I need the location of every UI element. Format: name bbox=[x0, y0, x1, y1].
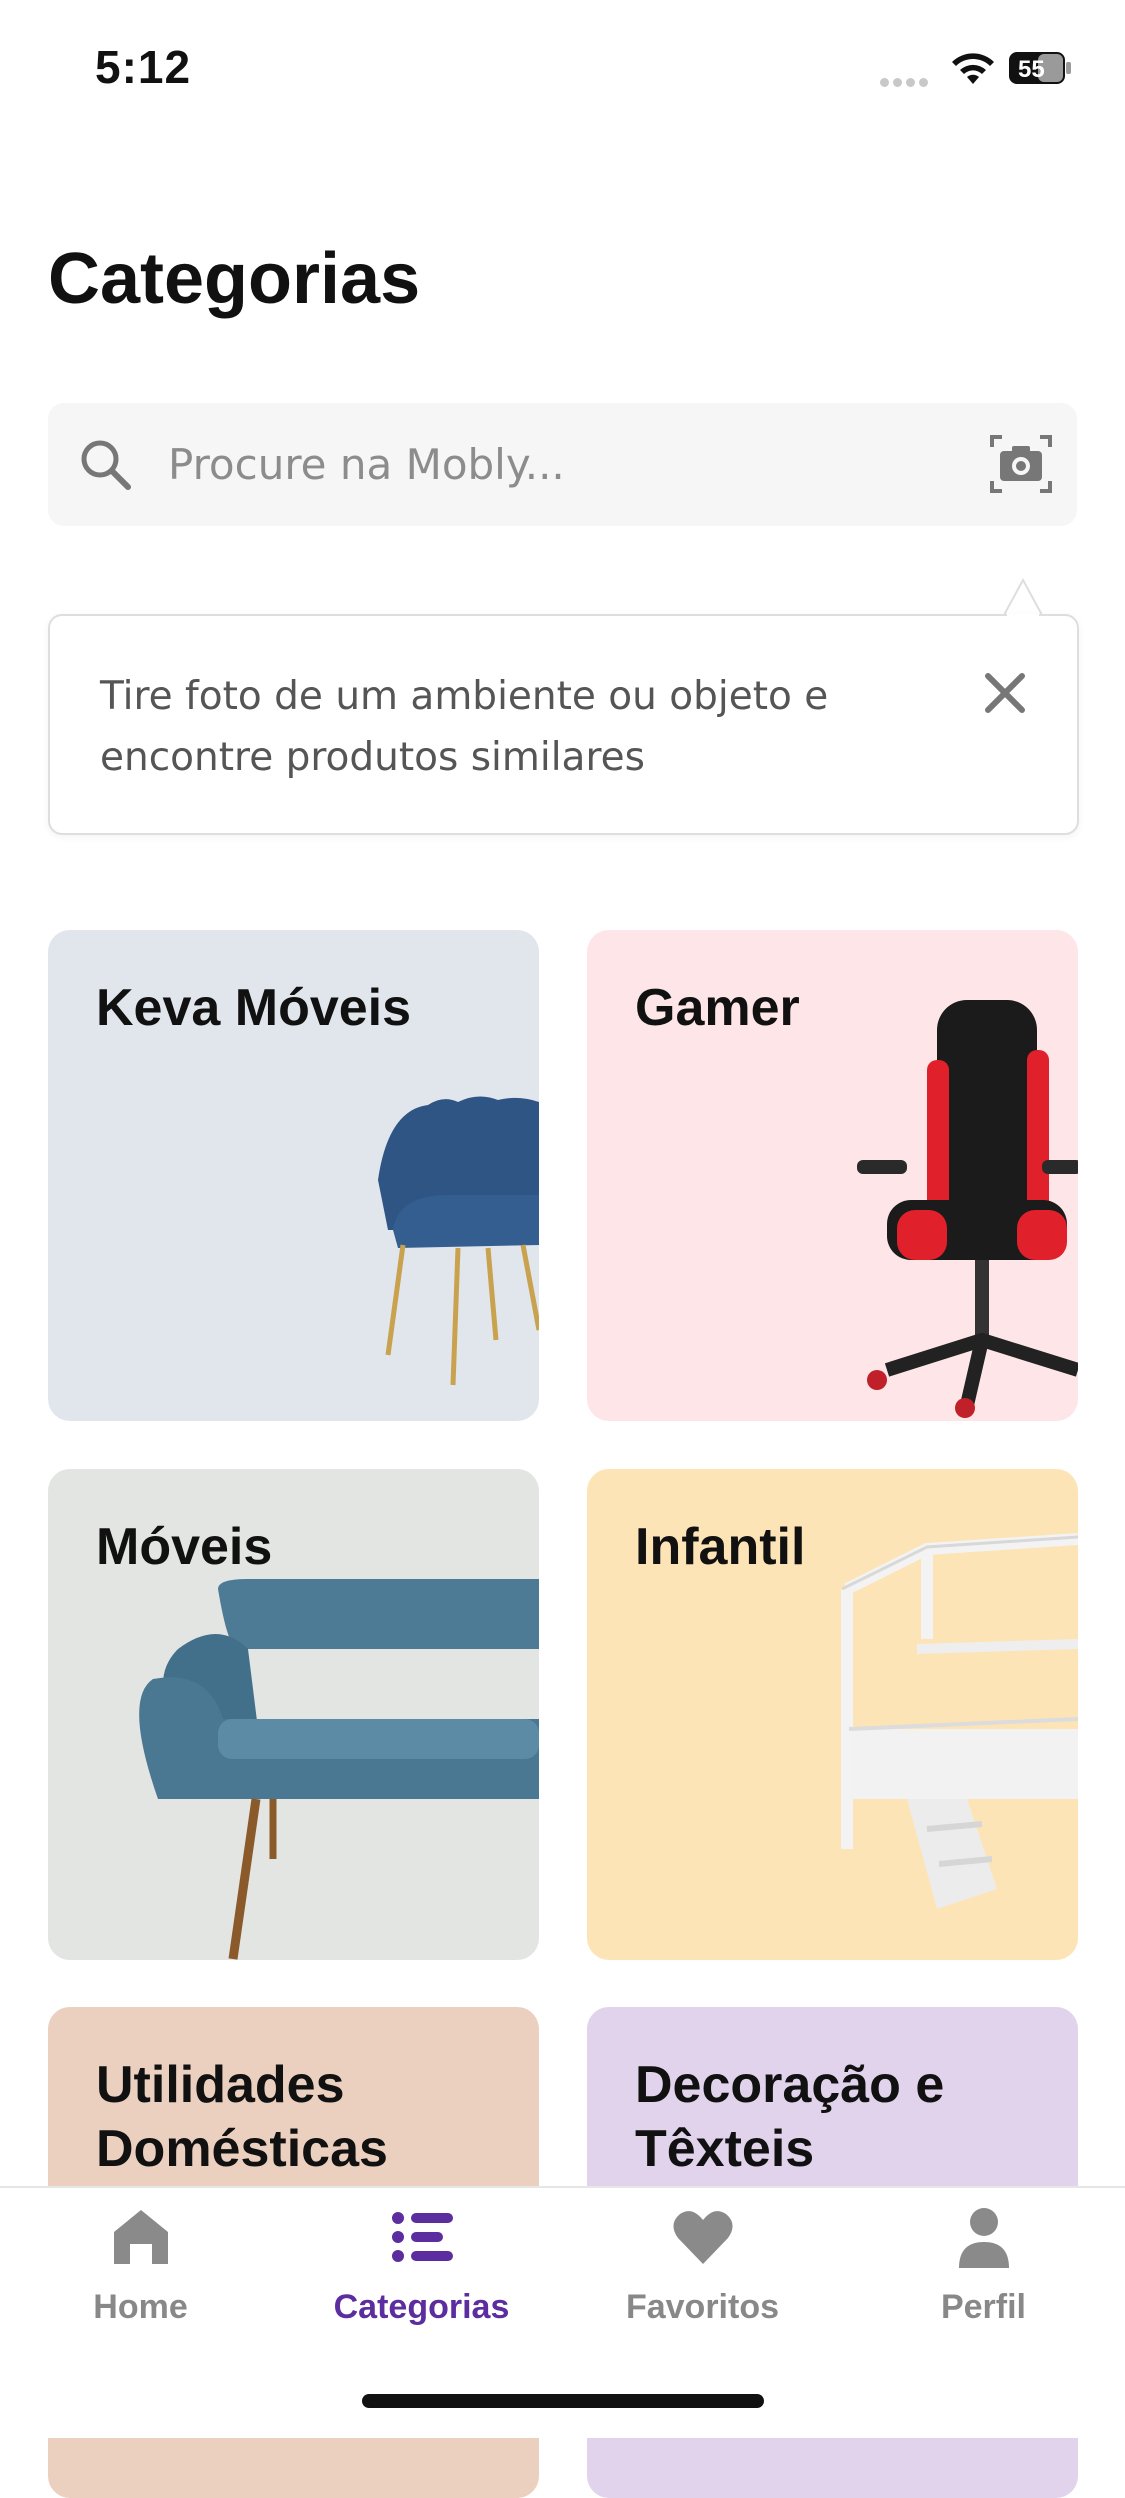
tab-home[interactable]: Home bbox=[0, 2188, 281, 2378]
home-indicator bbox=[362, 2394, 764, 2408]
status-bar: 5:12 55 bbox=[0, 0, 1125, 140]
search-bar[interactable] bbox=[48, 403, 1077, 526]
camera-tooltip: Tire foto de um ambiente ou objeto e enc… bbox=[48, 614, 1079, 835]
category-label: Utilidades Domésticas bbox=[96, 2056, 388, 2178]
tooltip-text: Tire foto de um ambiente ou objeto e enc… bbox=[100, 674, 829, 780]
category-card-moveis[interactable]: Móveis bbox=[48, 1469, 539, 1960]
category-label: Keva Móveis bbox=[96, 979, 412, 1037]
list-icon bbox=[392, 2212, 453, 2262]
status-time: 5:12 bbox=[95, 41, 192, 93]
category-card-gamer[interactable]: Gamer bbox=[587, 930, 1078, 1421]
wifi-icon bbox=[952, 53, 994, 84]
battery-level: 55 bbox=[1018, 56, 1045, 83]
category-label: Gamer bbox=[635, 979, 800, 1037]
category-label: Decoração e Têxteis bbox=[635, 2056, 945, 2178]
category-card-infantil[interactable]: Infantil bbox=[587, 1469, 1078, 1960]
battery-icon: 55 bbox=[1009, 52, 1071, 84]
tab-label: Categorias bbox=[333, 2288, 510, 2326]
signal-icon bbox=[880, 74, 936, 87]
page-title: Categorias bbox=[48, 239, 421, 319]
category-label: Infantil bbox=[635, 1518, 806, 1576]
tooltip-arrow bbox=[1004, 578, 1042, 616]
tab-categorias[interactable]: Categorias bbox=[281, 2188, 562, 2378]
camera-icon[interactable] bbox=[988, 431, 1054, 497]
search-icon bbox=[81, 440, 131, 490]
person-icon bbox=[959, 2208, 1009, 2268]
tab-label: Favoritos bbox=[625, 2288, 780, 2326]
search-input[interactable] bbox=[168, 403, 908, 526]
category-label: Móveis bbox=[96, 1518, 273, 1576]
category-card-keva-moveis[interactable]: Keva Móveis bbox=[48, 930, 539, 1421]
tab-label: Home bbox=[93, 2288, 188, 2326]
home-icon bbox=[114, 2210, 168, 2264]
close-icon[interactable] bbox=[978, 666, 1032, 720]
heart-icon bbox=[673, 2211, 733, 2264]
tab-favoritos[interactable]: Favoritos bbox=[562, 2188, 843, 2378]
tab-perfil[interactable]: Perfil bbox=[843, 2188, 1124, 2378]
tab-label: Perfil bbox=[940, 2288, 1027, 2326]
